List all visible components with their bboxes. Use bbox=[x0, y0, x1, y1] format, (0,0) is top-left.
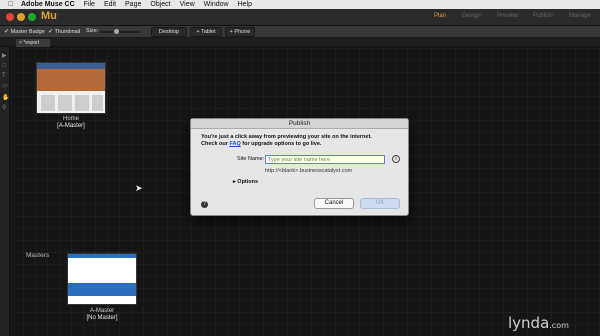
mouse-pointer-icon: ➤ bbox=[135, 183, 143, 193]
document-tab-label: *export bbox=[23, 40, 40, 46]
a-master-thumbnail[interactable] bbox=[67, 253, 137, 305]
thumbnail-toggle[interactable]: ✓ Thumbnail bbox=[48, 28, 80, 35]
home-content-block bbox=[75, 95, 89, 111]
menu-object[interactable]: Object bbox=[150, 0, 170, 9]
size-slider-handle[interactable] bbox=[114, 29, 119, 34]
size-slider-track[interactable] bbox=[100, 31, 140, 33]
menu-file[interactable]: File bbox=[84, 0, 95, 9]
minimize-window-button[interactable] bbox=[17, 13, 25, 21]
dialog-message: You're just a click away from previewing… bbox=[201, 134, 401, 148]
message-text: Check our bbox=[201, 141, 230, 147]
ok-button[interactable]: OK bbox=[360, 198, 400, 209]
a-master-name[interactable]: A-Master bbox=[67, 308, 137, 314]
apple-icon[interactable]:  bbox=[8, 1, 15, 8]
crop-tool-icon[interactable]: □ bbox=[2, 63, 8, 69]
a-master-master: [No Master] bbox=[86, 315, 118, 321]
home-page-thumbnail[interactable] bbox=[36, 62, 106, 114]
menu-help[interactable]: Help bbox=[238, 0, 252, 9]
info-icon[interactable]: i bbox=[392, 155, 400, 163]
menu-app[interactable]: Adobe Muse CC bbox=[21, 0, 75, 9]
master-badge-label: Master Badge bbox=[10, 29, 45, 35]
help-icon[interactable]: ? bbox=[201, 201, 208, 208]
a-master-band bbox=[68, 283, 136, 296]
muse-logo: Mu bbox=[41, 10, 57, 22]
options-label: Options bbox=[237, 179, 259, 185]
lynda-watermark: lynda.com bbox=[508, 314, 569, 332]
document-tab-bar: × *export bbox=[0, 38, 600, 47]
mode-plan[interactable]: Plan bbox=[434, 13, 446, 19]
publish-dialog: Publish You're just a click away from pr… bbox=[190, 118, 409, 216]
site-name-label: Site Name: bbox=[237, 156, 265, 162]
tool-strip: ▶ □ T ▭ ✋ ⚲ bbox=[0, 47, 10, 336]
checkmark-icon: ✓ bbox=[48, 29, 54, 35]
mode-manage[interactable]: Manage bbox=[569, 13, 591, 19]
home-content-block bbox=[41, 95, 55, 111]
close-window-button[interactable] bbox=[6, 13, 14, 21]
masters-section-label: Masters bbox=[26, 252, 50, 259]
home-nav-bar bbox=[37, 63, 105, 69]
zoom-tool-icon[interactable]: ⚲ bbox=[2, 105, 8, 111]
disclosure-triangle-icon: ▸ bbox=[233, 179, 236, 185]
phone-button[interactable]: + Phone bbox=[225, 27, 255, 37]
home-page-name[interactable]: Home bbox=[36, 116, 106, 122]
home-content-block bbox=[92, 95, 103, 111]
master-badge-toggle[interactable]: ✓ Master Badge bbox=[4, 28, 45, 35]
dialog-message-line2: Check our FAQ for upgrade options to go … bbox=[201, 141, 401, 148]
site-name-input[interactable] bbox=[265, 155, 385, 164]
menu-view[interactable]: View bbox=[180, 0, 195, 9]
mode-publish[interactable]: Publish bbox=[533, 13, 553, 19]
dialog-message-line1: You're just a click away from previewing… bbox=[201, 134, 372, 140]
plan-toolbar: ✓ Master Badge ✓ Thumbnail Size: Desktop… bbox=[0, 26, 600, 38]
cancel-button[interactable]: Cancel bbox=[314, 198, 354, 209]
dialog-title: Publish bbox=[191, 119, 408, 129]
watermark-text: lynda bbox=[508, 314, 550, 332]
window-title-bar: Mu Plan Design Preview Publish Manage bbox=[0, 9, 600, 26]
checkmark-icon: ✓ bbox=[4, 29, 10, 35]
options-disclosure[interactable]: ▸ Options bbox=[233, 179, 258, 185]
menu-bar:  Adobe Muse CC File Edit Page Object Vi… bbox=[0, 0, 600, 9]
zoom-window-button[interactable] bbox=[28, 13, 36, 21]
document-tab-export[interactable]: × *export bbox=[16, 39, 50, 47]
home-content-block bbox=[58, 95, 72, 111]
menu-window[interactable]: Window bbox=[204, 0, 229, 9]
rectangle-tool-icon[interactable]: ▭ bbox=[2, 83, 8, 89]
tab-close-icon[interactable]: × bbox=[19, 40, 22, 46]
watermark-suffix: .com bbox=[549, 321, 569, 330]
selection-tool-icon[interactable]: ▶ bbox=[2, 53, 8, 59]
faq-link[interactable]: FAQ bbox=[229, 141, 240, 147]
size-label: Size: bbox=[86, 28, 99, 34]
mode-design[interactable]: Design bbox=[462, 13, 481, 19]
desktop-button[interactable]: Desktop bbox=[151, 27, 187, 37]
home-page-master: [A-Master] bbox=[57, 123, 85, 129]
message-text: for upgrade options to go live. bbox=[240, 141, 322, 147]
site-url-hint: http://<blank>.businesscatalyst.com bbox=[265, 168, 353, 174]
mode-preview[interactable]: Preview bbox=[497, 13, 518, 19]
thumbnail-label: Thumbnail bbox=[54, 29, 81, 35]
text-tool-icon[interactable]: T bbox=[2, 73, 8, 79]
a-master-header-bar bbox=[68, 254, 136, 258]
menu-page[interactable]: Page bbox=[125, 0, 141, 9]
tablet-button[interactable]: + Tablet bbox=[190, 27, 222, 37]
hand-tool-icon[interactable]: ✋ bbox=[2, 95, 9, 101]
menu-edit[interactable]: Edit bbox=[104, 0, 116, 9]
